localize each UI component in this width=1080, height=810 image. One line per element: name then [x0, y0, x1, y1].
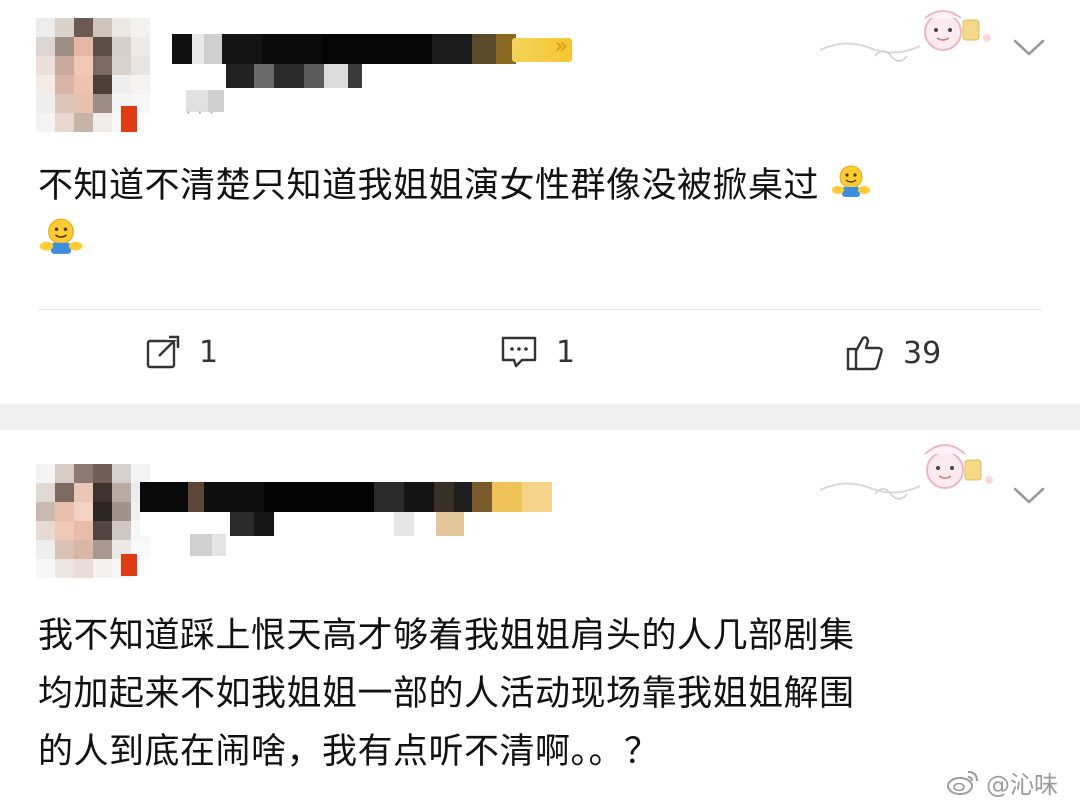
username-censored-row2	[196, 64, 362, 88]
feed-separator	[0, 404, 1080, 430]
content-line-2: 均加起来不如我姐姐一部的人活动现场靠我姐姐解围	[38, 674, 855, 714]
chevron-down-icon-2[interactable]	[1012, 486, 1046, 506]
post-content-2: 我不知道踩上恨天高才够着我姐姐肩头的人几部剧集 均加起来不如我姐姐一部的人活动现…	[38, 607, 1058, 781]
like-count: 39	[903, 335, 942, 371]
post-card-1: · · · 不知道不清楚只知道我姐姐演女性群像没被掀桌过	[0, 0, 1080, 404]
username-censored-2[interactable]	[140, 482, 552, 512]
repost-count: 1	[199, 334, 219, 370]
hug-emoji-icon	[831, 159, 871, 215]
vip-avatar-badge	[121, 106, 137, 132]
like-button[interactable]: 39	[845, 334, 941, 372]
username-censored-row2-2	[140, 512, 464, 536]
post-meta-censored-2	[190, 534, 226, 556]
repost-icon	[146, 334, 181, 369]
comment-button[interactable]: 1	[500, 334, 575, 370]
like-icon	[846, 336, 883, 371]
comment-count: 1	[556, 334, 576, 370]
hug-emoji-icon-2	[38, 216, 84, 272]
action-divider	[38, 309, 1042, 310]
post-source-censored: · · ·	[186, 104, 215, 122]
card-decoration-icon-2	[819, 444, 993, 500]
content-line-3: 的人到底在闹啥，我有点听不清啊。。？	[38, 732, 660, 772]
watermark-text: @沁味	[986, 771, 1058, 799]
weibo-logo-icon	[947, 770, 978, 795]
repost-button[interactable]: 1	[145, 334, 218, 370]
content-line-1: 我不知道踩上恨天高才够着我姐姐肩头的人几部剧集	[38, 616, 855, 656]
post-content: 不知道不清楚只知道我姐姐演女性群像没被掀桌过	[38, 158, 1048, 272]
vip-level-badge	[512, 34, 572, 62]
comment-icon	[501, 336, 537, 368]
watermark: @沁味	[946, 765, 1058, 800]
content-line-1: 不知道不清楚只知道我姐姐演女性群像没被掀桌过	[38, 166, 820, 206]
vip-avatar-badge-2	[121, 554, 137, 576]
card-decoration-icon	[819, 10, 991, 62]
chevron-down-icon[interactable]	[1012, 38, 1046, 58]
username-censored[interactable]	[172, 34, 516, 64]
post-card-2: 我不知道踩上恨天高才够着我姐姐肩头的人几部剧集 均加起来不如我姐姐一部的人活动现…	[0, 430, 1080, 810]
